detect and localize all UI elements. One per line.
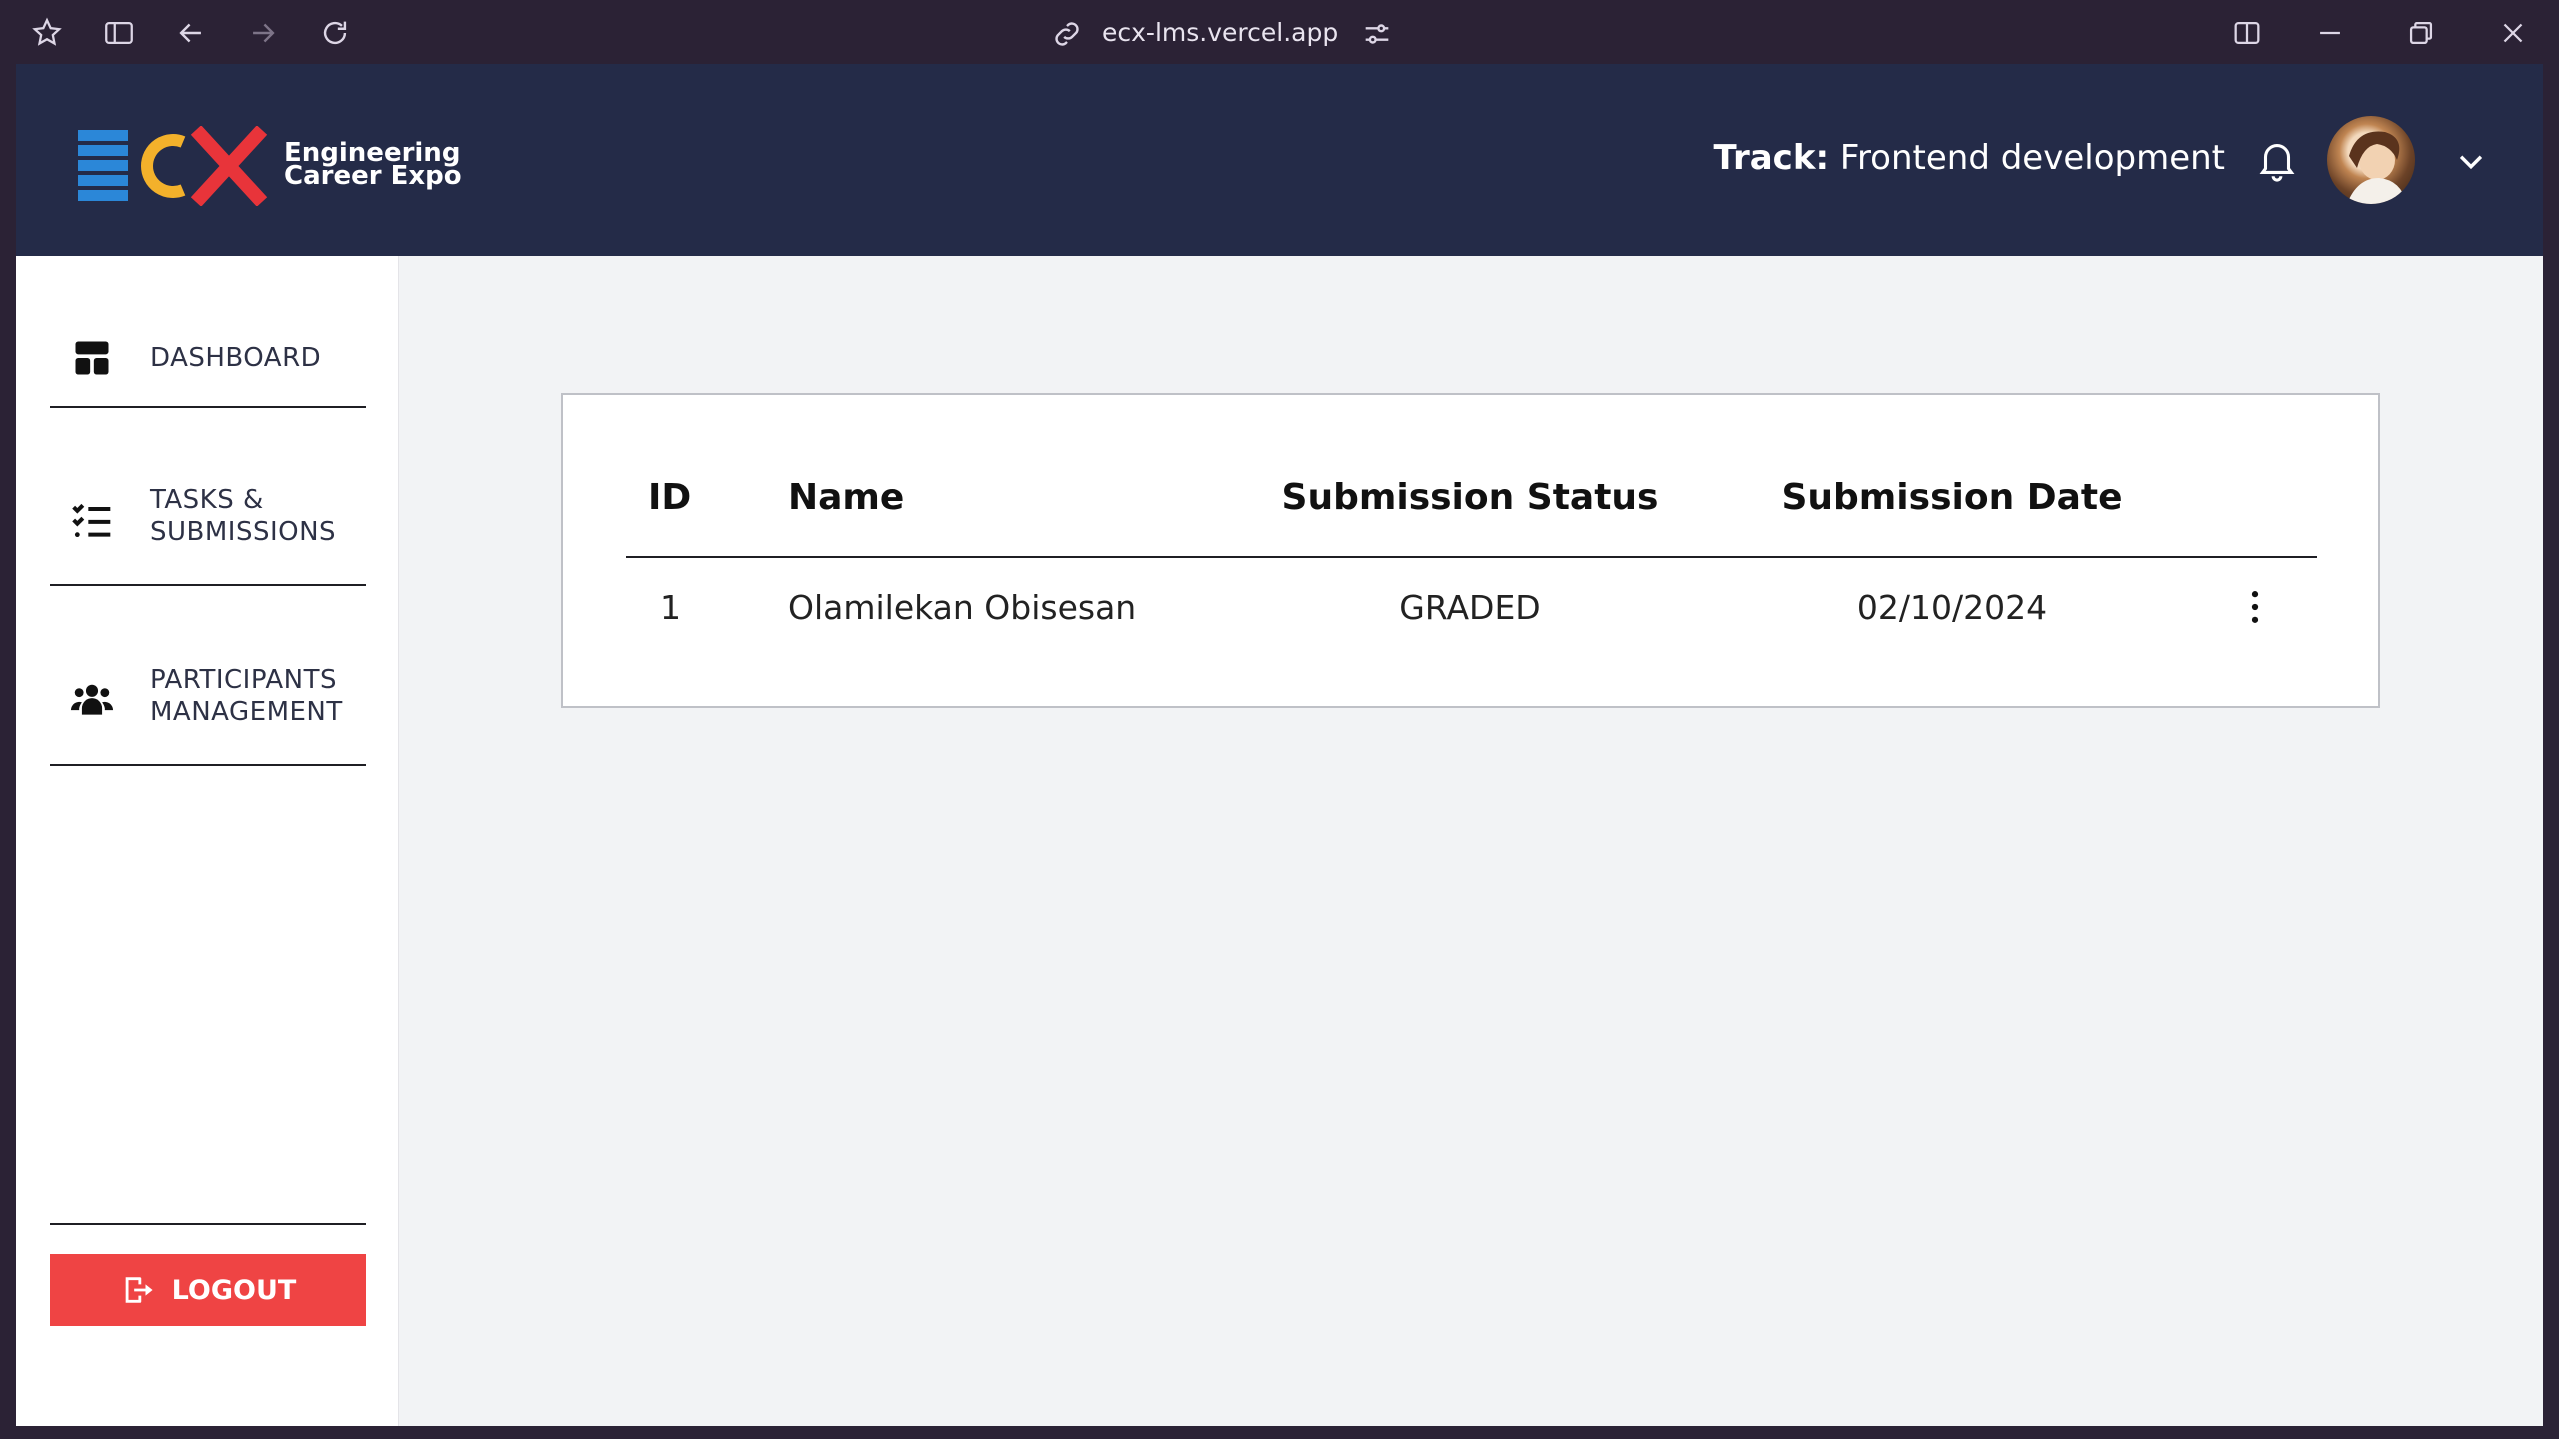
label-line-1: PARTICIPANTS — [150, 665, 337, 695]
logout-button[interactable]: LOGOUT — [50, 1254, 366, 1326]
logo-wordmark: Engineering Career Expo — [284, 140, 462, 191]
table-header-divider — [626, 556, 2317, 558]
label-line-2: MANAGEMENT — [150, 697, 343, 727]
track-value: Frontend development — [1839, 138, 2225, 178]
sidebar-item-label: TASKS & SUBMISSIONS — [150, 484, 336, 548]
user-avatar[interactable] — [2327, 116, 2415, 204]
track-indicator: Track: Frontend development — [1714, 138, 2225, 178]
column-header-id: ID — [648, 477, 692, 518]
split-view-icon[interactable] — [2230, 16, 2264, 50]
notification-bell-icon[interactable] — [2254, 136, 2300, 182]
cell-date: 02/10/2024 — [1856, 588, 2048, 627]
sidebar-item-tasks-submissions[interactable]: TASKS & SUBMISSIONS — [50, 456, 366, 586]
cell-status: GRADED — [1399, 588, 1541, 627]
submissions-table-card: ID Name Submission Status Submission Dat… — [561, 393, 2380, 708]
logout-label: LOGOUT — [171, 1274, 297, 1306]
address-bar[interactable]: ecx-lms.vercel.app — [1050, 10, 1390, 54]
logout-icon — [120, 1273, 154, 1307]
sidebar-item-label: DASHBOARD — [150, 343, 322, 373]
account-menu-chevron-down-icon[interactable] — [2454, 144, 2488, 178]
web-page: Engineering Career Expo Track: Frontend … — [16, 64, 2543, 1426]
reload-icon[interactable] — [318, 16, 352, 50]
sidebar-item-label: PARTICIPANTS MANAGEMENT — [150, 664, 343, 728]
cell-id: 1 — [660, 588, 681, 627]
tune-icon[interactable] — [1360, 17, 1390, 47]
sidebar: DASHBOARD TASKS & SUBMISSIONS PARTICIPAN… — [16, 256, 399, 1426]
users-group-icon — [70, 678, 114, 722]
url-text[interactable]: ecx-lms.vercel.app — [1102, 18, 1338, 47]
column-header-submission-status: Submission Status — [1281, 477, 1659, 518]
row-actions-more-icon[interactable] — [2233, 585, 2277, 629]
back-icon[interactable] — [174, 16, 208, 50]
restore-icon[interactable] — [2404, 16, 2438, 50]
column-header-name: Name — [788, 477, 905, 518]
logo-line-2: Career Expo — [284, 161, 462, 191]
sidebar-item-dashboard[interactable]: DASHBOARD — [50, 312, 366, 408]
dashboard-icon — [70, 336, 114, 380]
label-line-2: SUBMISSIONS — [150, 517, 337, 547]
track-label: Track: — [1713, 138, 1830, 178]
forward-icon[interactable] — [246, 16, 280, 50]
sidebar-divider — [50, 1223, 366, 1225]
cell-name: Olamilekan Obisesan — [788, 588, 1137, 627]
close-icon[interactable] — [2496, 16, 2530, 50]
app-logo-icon[interactable] — [30, 16, 64, 50]
app-header: Engineering Career Expo Track: Frontend … — [16, 64, 2543, 256]
sidebar-item-participants-management[interactable]: PARTICIPANTS MANAGEMENT — [50, 636, 366, 766]
minimize-icon[interactable] — [2313, 16, 2347, 50]
column-header-submission-date: Submission Date — [1781, 477, 2123, 518]
browser-toolbar: ecx-lms.vercel.app — [0, 0, 2559, 64]
task-list-icon — [70, 498, 114, 542]
sidebar-toggle-icon[interactable] — [102, 16, 136, 50]
label-line-1: TASKS & — [150, 485, 264, 515]
link-icon — [1050, 17, 1080, 47]
